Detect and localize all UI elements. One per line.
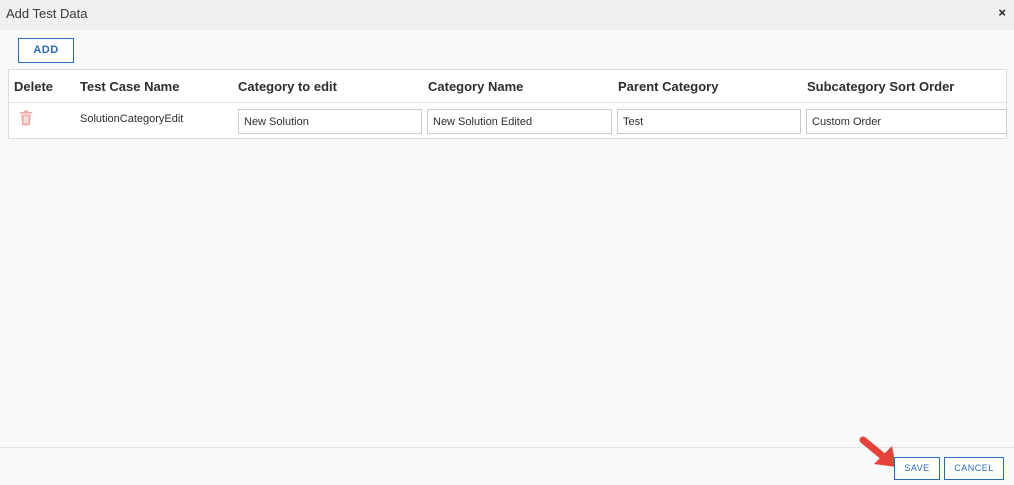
category-to-edit-input[interactable] xyxy=(238,109,422,134)
trash-icon[interactable] xyxy=(19,110,33,126)
column-header-parent-category: Parent Category xyxy=(618,79,719,94)
close-icon[interactable]: × xyxy=(998,6,1006,20)
column-header-delete: Delete xyxy=(14,79,54,94)
dialog-title: Add Test Data xyxy=(6,6,88,21)
column-header-subcategory-sort-order: Subcategory Sort Order xyxy=(807,79,955,94)
parent-category-input[interactable] xyxy=(617,109,801,134)
column-header-category-to-edit: Category to edit xyxy=(238,79,337,94)
table-row: SolutionCategoryEdit xyxy=(9,103,1007,139)
cancel-button[interactable]: CANCEL xyxy=(944,457,1004,480)
test-data-table: Delete Test Case Name Category to edit C… xyxy=(8,69,1007,139)
add-button[interactable]: ADD xyxy=(18,38,74,63)
column-header-test-case-name: Test Case Name xyxy=(80,79,180,94)
subcategory-sort-order-input[interactable] xyxy=(806,109,1007,134)
table-header-row: Delete Test Case Name Category to edit C… xyxy=(9,70,1006,103)
dialog-titlebar: Add Test Data × xyxy=(0,0,1014,30)
column-header-category-name: Category Name xyxy=(428,79,524,94)
save-button[interactable]: SAVE xyxy=(894,457,940,480)
category-name-input[interactable] xyxy=(427,109,612,134)
test-case-name-cell: SolutionCategoryEdit xyxy=(80,113,184,125)
